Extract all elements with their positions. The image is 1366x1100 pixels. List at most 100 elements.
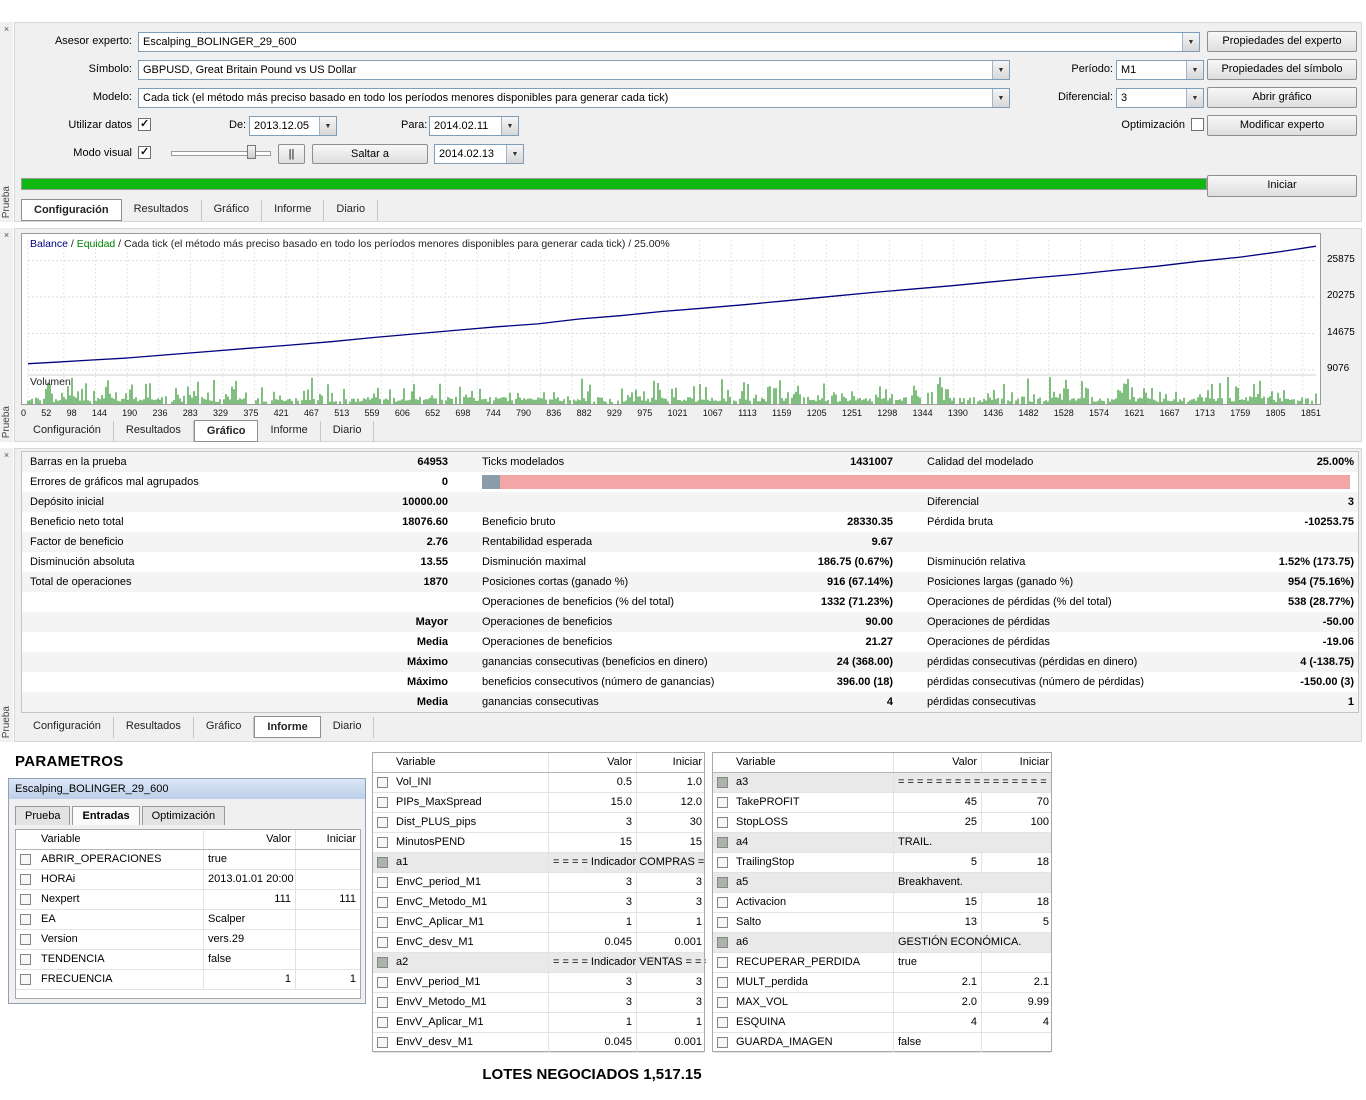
param-value[interactable]: 2013.01.01 20:00 (203, 870, 295, 889)
from-date-combobox[interactable]: 2013.12.05▼ (249, 116, 337, 136)
tab-grafico[interactable]: Gráfico (194, 717, 254, 738)
modify-expert-button[interactable]: Modificar experto (1207, 115, 1357, 136)
param-value[interactable]: vers.29 (203, 930, 295, 949)
param-window-tab-optimizacion[interactable]: Optimización (142, 806, 226, 825)
param-start-value[interactable]: 12.0 (636, 793, 706, 812)
param-start-value[interactable]: 3 (636, 993, 706, 1012)
param-value[interactable]: false (893, 1033, 981, 1052)
pause-button[interactable]: || (278, 144, 305, 164)
param-checkbox[interactable] (377, 957, 388, 968)
param-checkbox[interactable] (377, 857, 388, 868)
param-checkbox[interactable] (377, 977, 388, 988)
tab-configuracion[interactable]: Configuración (21, 421, 114, 442)
param-checkbox[interactable] (377, 877, 388, 888)
param-start-value[interactable]: 3 (636, 893, 706, 912)
param-checkbox[interactable] (377, 1037, 388, 1048)
param-checkbox[interactable] (377, 917, 388, 928)
close-icon[interactable]: × (0, 230, 13, 240)
visual-speed-slider[interactable] (171, 144, 271, 161)
param-checkbox[interactable] (377, 817, 388, 828)
tab-configuracion[interactable]: Configuración (21, 717, 114, 738)
param-checkbox[interactable] (377, 937, 388, 948)
param-checkbox[interactable] (717, 837, 728, 848)
param-value[interactable]: 2.1 (893, 973, 981, 992)
param-checkbox[interactable] (717, 1037, 728, 1048)
param-value[interactable]: true (893, 953, 981, 972)
param-checkbox[interactable] (20, 974, 31, 985)
optimization-checkbox[interactable] (1191, 118, 1204, 131)
tab-resultados[interactable]: Resultados (114, 421, 194, 442)
close-icon[interactable]: × (0, 450, 13, 460)
param-checkbox[interactable] (717, 917, 728, 928)
param-checkbox[interactable] (20, 854, 31, 865)
param-value[interactable]: 15 (548, 833, 636, 852)
param-checkbox[interactable] (20, 894, 31, 905)
param-checkbox[interactable] (717, 957, 728, 968)
param-checkbox[interactable] (377, 997, 388, 1008)
tab-resultados[interactable]: Resultados (114, 717, 194, 738)
param-checkbox[interactable] (20, 874, 31, 885)
param-checkbox[interactable] (717, 997, 728, 1008)
param-start-value[interactable] (981, 953, 1053, 972)
param-start-value[interactable]: 2.1 (981, 973, 1053, 992)
param-value[interactable]: 45 (893, 793, 981, 812)
param-start-value[interactable]: 1 (636, 1013, 706, 1032)
param-window-tab-prueba[interactable]: Prueba (15, 806, 70, 825)
param-start-value[interactable]: 15 (636, 833, 706, 852)
spread-combobox[interactable]: 3▼ (1116, 88, 1204, 108)
param-start-value[interactable]: 18 (981, 893, 1053, 912)
expert-combobox[interactable]: Escalping_BOLINGER_29_600▼ (138, 32, 1200, 52)
param-value[interactable]: 111 (203, 890, 295, 909)
param-start-value[interactable]: 18 (981, 853, 1053, 872)
param-start-value[interactable]: 0.001 (636, 933, 706, 952)
param-start-value[interactable]: 1 (295, 970, 360, 989)
expert-properties-button[interactable]: Propiedades del experto (1207, 31, 1357, 52)
skip-to-button[interactable]: Saltar a (312, 144, 428, 164)
param-start-value[interactable] (295, 910, 360, 929)
symbol-properties-button[interactable]: Propiedades del símbolo (1207, 59, 1357, 80)
param-value[interactable]: 1 (548, 913, 636, 932)
tab-grafico[interactable]: Gráfico (194, 420, 259, 442)
tab-configuracion[interactable]: Configuración (21, 199, 122, 221)
param-checkbox[interactable] (717, 977, 728, 988)
param-start-value[interactable] (295, 870, 360, 889)
param-start-value[interactable] (295, 930, 360, 949)
param-value[interactable]: 15 (893, 893, 981, 912)
param-value[interactable]: 0.045 (548, 1033, 636, 1052)
param-checkbox[interactable] (717, 897, 728, 908)
param-start-value[interactable] (981, 1033, 1053, 1052)
start-button[interactable]: Iniciar (1207, 175, 1357, 197)
tab-resultados[interactable]: Resultados (122, 200, 202, 221)
tab-diario[interactable]: Diario (321, 717, 375, 738)
param-checkbox[interactable] (717, 1017, 728, 1028)
param-value[interactable]: 3 (548, 873, 636, 892)
tab-informe[interactable]: Informe (258, 421, 320, 442)
param-value[interactable]: 0.045 (548, 933, 636, 952)
param-value[interactable]: Scalper (203, 910, 295, 929)
use-dates-checkbox[interactable] (138, 118, 151, 131)
period-combobox[interactable]: M1▼ (1116, 60, 1204, 80)
model-combobox[interactable]: Cada tick (el método más preciso basado … (138, 88, 1010, 108)
param-start-value[interactable] (295, 950, 360, 969)
param-value[interactable]: 13 (893, 913, 981, 932)
param-window-tab-entradas[interactable]: Entradas (72, 806, 139, 825)
param-checkbox[interactable] (717, 857, 728, 868)
param-checkbox[interactable] (717, 937, 728, 948)
param-value[interactable]: 4 (893, 1013, 981, 1032)
param-start-value[interactable]: 111 (295, 890, 360, 909)
param-checkbox[interactable] (377, 1017, 388, 1028)
param-value[interactable]: 2.0 (893, 993, 981, 1012)
symbol-combobox[interactable]: GBPUSD, Great Britain Pound vs US Dollar… (138, 60, 1010, 80)
param-checkbox[interactable] (20, 934, 31, 945)
param-value[interactable]: 3 (548, 973, 636, 992)
param-start-value[interactable]: 5 (981, 913, 1053, 932)
param-checkbox[interactable] (717, 797, 728, 808)
param-checkbox[interactable] (717, 817, 728, 828)
param-value[interactable]: 15.0 (548, 793, 636, 812)
visual-mode-checkbox[interactable] (138, 146, 151, 159)
param-start-value[interactable]: 9.99 (981, 993, 1053, 1012)
param-start-value[interactable]: 3 (636, 973, 706, 992)
param-value[interactable]: 1 (548, 1013, 636, 1032)
param-value[interactable]: 3 (548, 813, 636, 832)
to-date-combobox[interactable]: 2014.02.11▼ (429, 116, 519, 136)
